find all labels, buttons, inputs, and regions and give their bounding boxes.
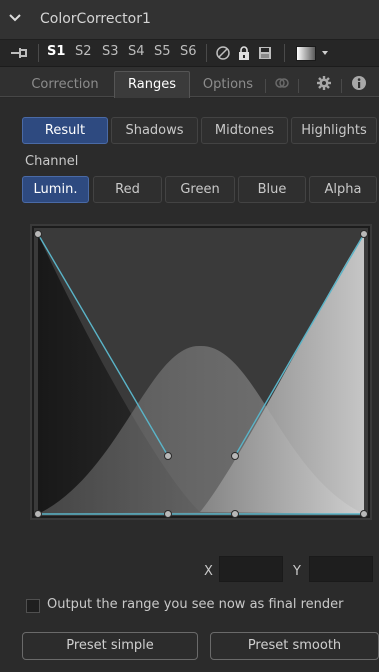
version-slot-s4[interactable]: S4 xyxy=(128,44,145,59)
lock-icon[interactable] xyxy=(236,45,252,61)
x-label: X xyxy=(204,564,213,579)
y-value-input[interactable] xyxy=(309,556,373,582)
output-range-label[interactable]: Output the range you see now as final re… xyxy=(47,597,343,612)
version-slot-s2[interactable]: S2 xyxy=(75,44,92,59)
toolbar-divider xyxy=(206,44,207,62)
range-shadows-button[interactable]: Shadows xyxy=(111,117,198,144)
toolbar-divider xyxy=(284,44,285,62)
gear-icon[interactable] xyxy=(316,75,332,91)
collapse-chevron-icon[interactable] xyxy=(8,11,22,25)
output-range-checkbox[interactable] xyxy=(26,599,40,613)
range-highlights-button[interactable]: Highlights xyxy=(291,117,377,144)
version-slot-s5[interactable]: S5 xyxy=(154,44,171,59)
tab-options[interactable]: Options xyxy=(194,73,262,97)
preset-smooth-button[interactable]: Preset smooth xyxy=(210,632,379,660)
channel-lumin-button[interactable]: Lumin. xyxy=(22,176,89,203)
shadows-start-point[interactable] xyxy=(34,230,42,238)
tab-bar: Correction Ranges Options xyxy=(0,67,379,98)
range-curve-graph[interactable] xyxy=(30,224,372,520)
tab-ranges[interactable]: Ranges xyxy=(114,71,190,98)
tab-divider xyxy=(265,79,266,93)
x-value-input[interactable] xyxy=(219,556,283,582)
range-midtones-button[interactable]: Midtones xyxy=(201,117,288,144)
node-title: ColorCorrector1 xyxy=(40,11,151,27)
bottom-mid-left-point[interactable] xyxy=(164,510,172,518)
channel-blue-button[interactable]: Blue xyxy=(238,176,306,203)
shadows-end-point[interactable] xyxy=(164,452,172,460)
preset-simple-button[interactable]: Preset simple xyxy=(22,632,198,660)
version-toolbar: S1 S2 S3 S4 S5 S6 xyxy=(0,40,379,67)
tab-correction[interactable]: Correction xyxy=(20,73,110,97)
range-curve-svg[interactable] xyxy=(30,224,372,520)
tab-divider xyxy=(298,79,299,93)
link-icon[interactable] xyxy=(274,75,290,91)
channel-green-button[interactable]: Green xyxy=(165,176,235,203)
y-label: Y xyxy=(293,564,301,579)
disable-icon[interactable] xyxy=(215,45,231,61)
gradient-swatch-icon[interactable] xyxy=(296,46,316,61)
version-slot-s6[interactable]: S6 xyxy=(180,44,197,59)
toolbar-divider xyxy=(38,44,39,62)
save-icon[interactable] xyxy=(257,45,273,61)
channel-red-button[interactable]: Red xyxy=(93,176,162,203)
highlights-start-point[interactable] xyxy=(231,452,239,460)
info-icon[interactable] xyxy=(351,75,367,91)
highlights-end-point[interactable] xyxy=(360,230,368,238)
bottom-right-point[interactable] xyxy=(360,510,368,518)
dropdown-arrow-icon[interactable] xyxy=(322,51,328,55)
channel-label: Channel xyxy=(25,154,79,169)
bottom-left-point[interactable] xyxy=(34,510,42,518)
tab-divider xyxy=(341,79,342,93)
pin-icon[interactable] xyxy=(10,46,28,60)
node-header: ColorCorrector1 xyxy=(0,0,379,40)
range-result-button[interactable]: Result xyxy=(22,117,108,144)
channel-alpha-button[interactable]: Alpha xyxy=(309,176,377,203)
version-slot-s3[interactable]: S3 xyxy=(102,44,119,59)
bottom-mid-right-point[interactable] xyxy=(231,510,239,518)
version-slot-s1[interactable]: S1 xyxy=(47,44,65,59)
